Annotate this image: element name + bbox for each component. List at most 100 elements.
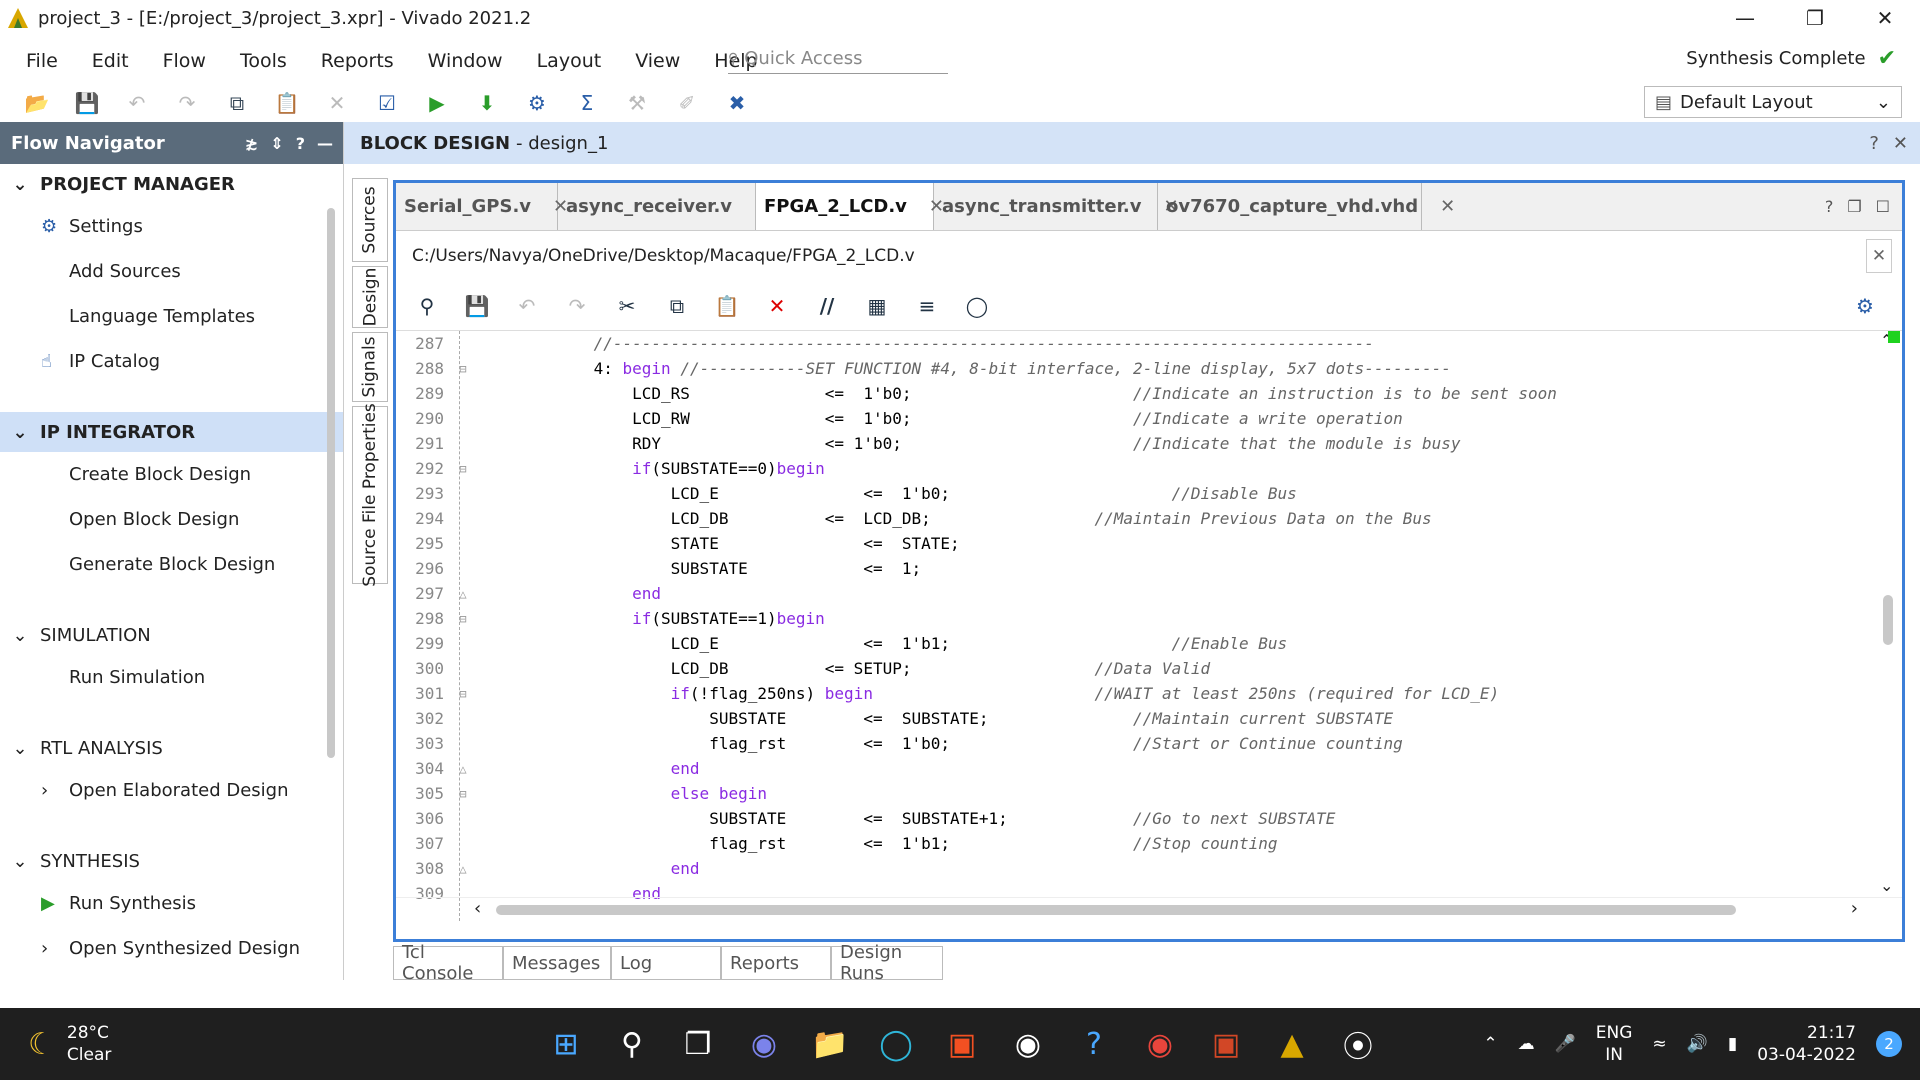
paste-icon[interactable]: 📋 [702, 289, 752, 323]
pen-icon[interactable]: ✐ [662, 86, 712, 120]
nav-item-settings[interactable]: ⚙ Settings [0, 204, 343, 249]
undo-icon[interactable]: ↶ [502, 289, 552, 323]
nav-scrollbar[interactable] [325, 168, 337, 978]
fold-marker[interactable]: △ [448, 762, 478, 776]
wifi-icon[interactable]: ≈ [1652, 1034, 1666, 1054]
delete-icon[interactable]: ✕ [752, 289, 802, 323]
auto-connect-icon[interactable]: ☑ [362, 86, 412, 120]
horizontal-scroll-thumb[interactable] [496, 905, 1736, 915]
copy-icon[interactable]: ⧉ [212, 86, 262, 120]
copy-icon[interactable]: ⧉ [652, 289, 702, 323]
maximize-icon[interactable]: ☐ [1876, 197, 1890, 216]
help-app-icon[interactable]: ? [1068, 1018, 1120, 1070]
scroll-left-icon[interactable]: ‹ [474, 898, 481, 919]
nav-item-open-synthesized-design[interactable]: › Open Synthesized Design [0, 926, 343, 971]
minimize-button[interactable]: — [1710, 0, 1780, 36]
tab-log[interactable]: Log [611, 946, 721, 980]
section-synthesis[interactable]: ⌄ SYNTHESIS [0, 841, 343, 881]
code-scroll-thumb[interactable] [1883, 595, 1893, 645]
tab-design[interactable]: Design [352, 266, 388, 328]
quick-access-input[interactable]: ⚲ Quick Access [728, 44, 948, 74]
save-icon[interactable]: 💾 [62, 86, 112, 120]
section-simulation[interactable]: ⌄ SIMULATION [0, 615, 343, 655]
tab-messages[interactable]: Messages [503, 946, 611, 980]
weather-widget[interactable]: ☾ 28°C Clear [28, 1022, 111, 1066]
layout-selector[interactable]: ▤ Default Layout ⌄ [1644, 86, 1902, 118]
menu-layout[interactable]: Layout [520, 50, 619, 72]
menu-edit[interactable]: Edit [75, 50, 146, 72]
code-area[interactable]: 287 //----------------------------------… [396, 331, 1902, 921]
clock[interactable]: 21:17 03-04-2022 [1757, 1022, 1856, 1066]
tab-design-runs[interactable]: Design Runs [831, 942, 943, 984]
nav-scroll-thumb[interactable] [327, 208, 335, 758]
fold-marker[interactable]: ⊟ [448, 787, 478, 801]
tab-signals[interactable]: Signals [352, 332, 388, 402]
search-icon[interactable]: ⚲ [606, 1018, 658, 1070]
open-project-icon[interactable]: 📂 [12, 86, 62, 120]
language-indicator[interactable]: ENG IN [1596, 1022, 1633, 1066]
fold-marker[interactable]: ⊟ [448, 687, 478, 701]
settings-gear-icon[interactable]: ⚙ [512, 86, 562, 120]
fold-marker[interactable]: △ [448, 862, 478, 876]
nav-item-ip-catalog[interactable]: ☝ IP Catalog [0, 339, 343, 384]
gear-icon[interactable]: ⚙ [1840, 289, 1890, 323]
run-icon[interactable]: ▶ [412, 86, 462, 120]
nav-item-create-block-design[interactable]: Create Block Design [0, 452, 343, 497]
cut-icon[interactable]: ✂ [602, 289, 652, 323]
menu-window[interactable]: Window [411, 50, 520, 72]
collapse-all-icon[interactable]: ≵ [245, 134, 258, 153]
battery-icon[interactable]: ▮ [1728, 1034, 1737, 1054]
tool-icon[interactable]: ⚒ [612, 86, 662, 120]
powerpoint-icon[interactable]: ▣ [1200, 1018, 1252, 1070]
nav-item-language-templates[interactable]: Language Templates [0, 294, 343, 339]
expand-all-icon[interactable]: ⇕ [270, 134, 283, 153]
help-icon[interactable]: ? [296, 134, 305, 153]
microphone-icon[interactable]: 🎤 [1555, 1034, 1576, 1054]
sigma-icon[interactable]: Σ [562, 86, 612, 120]
customize-icon[interactable]: ✖ [712, 86, 762, 120]
menu-view[interactable]: View [618, 50, 697, 72]
save-icon[interactable]: 💾 [452, 289, 502, 323]
chrome-icon[interactable]: ◉ [1134, 1018, 1186, 1070]
obs-icon[interactable]: ⦿ [1332, 1018, 1384, 1070]
close-icon[interactable]: ✕ [1418, 196, 1455, 217]
menu-reports[interactable]: Reports [304, 50, 411, 72]
close-icon[interactable]: ✕ [1893, 133, 1908, 154]
fold-marker[interactable]: ⊟ [448, 462, 478, 476]
undo-icon[interactable]: ↶ [112, 86, 162, 120]
tab-fpga-2-lcd[interactable]: FPGA_2_LCD.v ✕ [756, 183, 944, 230]
paste-icon[interactable]: 📋 [262, 86, 312, 120]
close-icon[interactable]: ✕ [1866, 239, 1892, 273]
nav-item-run-simulation[interactable]: Run Simulation [0, 655, 343, 700]
tab-serial-gps[interactable]: Serial_GPS.v ✕ [396, 183, 568, 230]
fold-marker[interactable]: ⊟ [448, 612, 478, 626]
program-download-icon[interactable]: ⬇ [462, 86, 512, 120]
minimize-panel-icon[interactable]: — [317, 134, 333, 153]
redo-icon[interactable]: ↷ [162, 86, 212, 120]
volume-icon[interactable]: 🔊 [1687, 1034, 1708, 1054]
menu-tools[interactable]: Tools [223, 50, 304, 72]
section-project-manager[interactable]: ⌄ PROJECT MANAGER [0, 164, 343, 204]
block-select-icon[interactable]: ▦ [852, 289, 902, 323]
cloud-icon[interactable]: ☁ [1518, 1034, 1535, 1054]
nav-item-add-sources[interactable]: Add Sources [0, 249, 343, 294]
close-window-button[interactable]: ✕ [1850, 0, 1920, 36]
tab-async-receiver[interactable]: async_receiver.v✕ [558, 183, 769, 230]
code-vertical-scrollbar[interactable]: ⌃ ⌄ [1872, 331, 1902, 921]
microsoft-store-icon[interactable]: ▣ [936, 1018, 988, 1070]
scroll-down-icon[interactable]: ⌄ [1880, 876, 1893, 895]
fold-marker[interactable]: ⊟ [448, 362, 478, 376]
tab-sources[interactable]: Sources [352, 178, 388, 262]
menu-flow[interactable]: Flow [146, 50, 223, 72]
file-explorer-icon[interactable]: 📁 [804, 1018, 856, 1070]
teams-chat-icon[interactable]: ◉ [738, 1018, 790, 1070]
tab-ov7670-capture[interactable]: ov7670_capture_vhd.vhd ✕ [1158, 183, 1455, 230]
restore-icon[interactable]: ❐ [1847, 197, 1861, 216]
nav-item-run-synthesis[interactable]: ▶ Run Synthesis [0, 881, 343, 926]
vivado-taskbar-icon[interactable]: ▲ [1266, 1018, 1318, 1070]
indent-icon[interactable]: ≡ [902, 289, 952, 323]
nav-item-open-elaborated-design[interactable]: › Open Elaborated Design [0, 768, 343, 813]
fold-marker[interactable]: △ [448, 587, 478, 601]
nav-item-generate-block-design[interactable]: Generate Block Design [0, 542, 343, 587]
tab-tcl-console[interactable]: Tcl Console [393, 942, 503, 984]
